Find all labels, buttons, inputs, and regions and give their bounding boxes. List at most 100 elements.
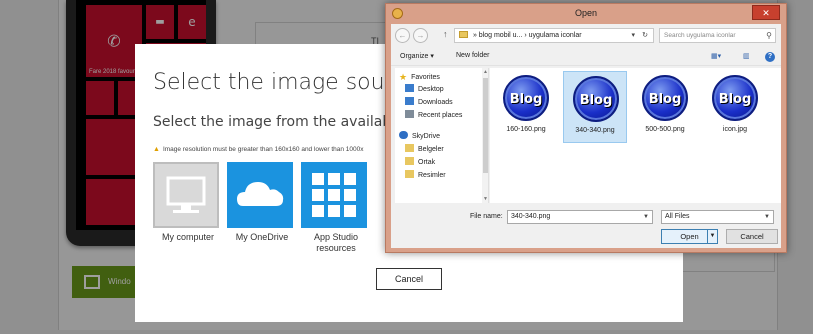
folder-icon xyxy=(405,157,414,165)
dialog-toolbar: Organize ▾ New folder ▦▾ ▥ ? xyxy=(391,48,781,66)
source-tile xyxy=(227,162,293,228)
nav-item-favorites[interactable]: ★ Favorites xyxy=(399,71,440,83)
search-placeholder: Search uygulama iconlar xyxy=(664,32,736,39)
help-icon[interactable]: ? xyxy=(765,52,775,62)
nav-item-resimler[interactable]: Resimler xyxy=(405,170,446,182)
close-button[interactable]: ✕ xyxy=(752,5,780,20)
scroll-thumb[interactable] xyxy=(483,78,488,173)
nav-scrollbar[interactable]: ▲ ▼ xyxy=(482,68,488,203)
nav-item-label: Favorites xyxy=(411,74,440,81)
folder-icon xyxy=(459,31,468,38)
nav-item-label: Belgeler xyxy=(418,146,444,153)
source-option-my-onedrive[interactable]: My OneDrive xyxy=(227,162,299,243)
star-icon: ★ xyxy=(399,72,408,82)
blog-image-icon: Blog xyxy=(712,75,758,121)
nav-item-desktop[interactable]: Desktop xyxy=(405,84,444,96)
nav-item-downloads[interactable]: Downloads xyxy=(405,97,453,109)
blog-badge-text: Blog xyxy=(718,92,752,107)
nav-item-label: SkyDrive xyxy=(412,133,441,140)
address-dropdown-icon[interactable]: ▾ xyxy=(631,29,635,42)
blog-badge-text: Blog xyxy=(648,92,682,107)
file-name: 500-500.png xyxy=(645,126,685,133)
source-tile xyxy=(153,162,219,228)
source-option-label: App Studio resources xyxy=(313,232,359,253)
file-name-input[interactable]: 340-340.png ▼ xyxy=(507,210,653,224)
file-item[interactable]: Blog 500-500.png xyxy=(633,71,697,143)
skydrive-icon xyxy=(399,131,408,139)
nav-item-label: Desktop xyxy=(418,86,444,93)
source-dialog-title: Select the image source xyxy=(153,70,419,95)
scroll-up-icon[interactable]: ▲ xyxy=(482,69,488,75)
nav-item-label: Resimler xyxy=(418,172,446,179)
open-dialog-body: ← → ↑ » blog mobil u... › uygulama iconl… xyxy=(391,24,781,248)
chevron-down-icon[interactable]: ▼ xyxy=(643,211,649,223)
source-option-label: My computer xyxy=(161,232,214,242)
nav-item-label: Ortak xyxy=(418,159,436,166)
folder-icon xyxy=(405,170,414,178)
source-option-app-studio-resources[interactable]: App Studio resources xyxy=(301,162,373,254)
source-dialog-subtitle: Select the image from the available so xyxy=(153,114,425,130)
source-tile xyxy=(301,162,367,228)
file-item[interactable]: Blog icon.jpg xyxy=(703,71,767,143)
chevron-down-icon: ▼ xyxy=(764,214,770,220)
file-name: icon.jpg xyxy=(722,126,748,133)
scroll-down-icon[interactable]: ▼ xyxy=(482,196,488,202)
cancel-button[interactable]: Cancel xyxy=(726,229,778,244)
file-type-select[interactable]: All Files ▼ xyxy=(661,210,774,224)
forward-arrow-icon: → xyxy=(416,31,425,40)
downloads-icon xyxy=(405,97,414,105)
blog-badge-text: Blog xyxy=(509,92,543,107)
blog-badge-text: Blog xyxy=(579,93,613,108)
up-button[interactable]: ↑ xyxy=(443,29,448,39)
recent-places-icon xyxy=(405,110,414,118)
address-bar[interactable]: » blog mobil u... › uygulama iconlar ▾ ↻ xyxy=(454,28,654,43)
resolution-warning: ▲ Image resolution must be greater than 1… xyxy=(153,146,364,153)
file-list: Blog 160-160.png Blog 340-340.png Blog 5… xyxy=(490,68,781,203)
nav-item-skydrive[interactable]: SkyDrive xyxy=(399,131,440,143)
file-name: 340-340.png xyxy=(575,127,615,134)
forward-button[interactable]: → xyxy=(413,28,428,43)
file-name-row: File name: 340-340.png ▼ All Files ▼ Ope… xyxy=(391,204,781,248)
address-segment[interactable]: uygulama iconlar xyxy=(529,32,582,39)
up-arrow-icon: ↑ xyxy=(443,29,448,39)
file-name-value: 340-340.png xyxy=(511,213,551,220)
new-folder-button[interactable]: New folder xyxy=(456,52,489,59)
resolution-warning-text: Image resolution must be greater than 16… xyxy=(162,146,364,153)
cloud-icon xyxy=(237,182,284,206)
open-dialog-title: Open xyxy=(574,8,598,18)
view-options-icon[interactable]: ▦▾ xyxy=(711,52,722,62)
warning-icon: ▲ xyxy=(153,146,160,153)
blog-image-icon: Blog xyxy=(503,75,549,121)
open-file-dialog: Open ✕ ← → ↑ » blog mobil u... › uygulam… xyxy=(385,3,787,253)
file-item[interactable]: Blog 340-340.png xyxy=(563,71,627,143)
desktop-icon xyxy=(405,84,414,92)
back-button[interactable]: ← xyxy=(395,28,410,43)
file-item[interactable]: Blog 160-160.png xyxy=(494,71,558,143)
blog-image-icon: Blog xyxy=(642,75,688,121)
source-option-label: My OneDrive xyxy=(235,232,289,242)
search-input[interactable]: Search uygulama iconlar ⚲ xyxy=(659,28,776,43)
nav-item-belgeler[interactable]: Belgeler xyxy=(405,144,444,156)
file-name: 160-160.png xyxy=(506,126,546,133)
close-icon: ✕ xyxy=(762,8,770,18)
organize-button[interactable]: Organize ▾ xyxy=(400,52,434,60)
preview-pane-icon[interactable]: ▥ xyxy=(743,52,754,62)
open-button-label: Open xyxy=(680,232,699,241)
search-icon: ⚲ xyxy=(766,31,772,40)
source-cancel-button[interactable]: Cancel xyxy=(376,268,442,290)
source-option-my-computer[interactable]: My computer xyxy=(153,162,225,243)
address-segment[interactable]: blog mobil u... xyxy=(479,32,523,39)
blog-image-icon: Blog xyxy=(573,76,619,122)
back-arrow-icon: ← xyxy=(398,31,407,40)
file-type-value: All Files xyxy=(665,213,690,220)
grid-icon xyxy=(312,173,356,217)
file-name-label: File name: xyxy=(470,213,503,220)
navigation-pane: ★ Favorites Desktop Downloads Recent plac… xyxy=(395,68,489,203)
open-dropdown-icon[interactable]: ▼ xyxy=(707,230,717,243)
refresh-icon[interactable]: ↻ xyxy=(642,29,648,42)
nav-item-ortak[interactable]: Ortak xyxy=(405,157,435,169)
monitor-icon xyxy=(166,176,206,213)
open-button[interactable]: Open ▼ xyxy=(661,229,718,244)
nav-item-recent-places[interactable]: Recent places xyxy=(405,110,462,122)
nav-item-label: Recent places xyxy=(418,112,463,119)
